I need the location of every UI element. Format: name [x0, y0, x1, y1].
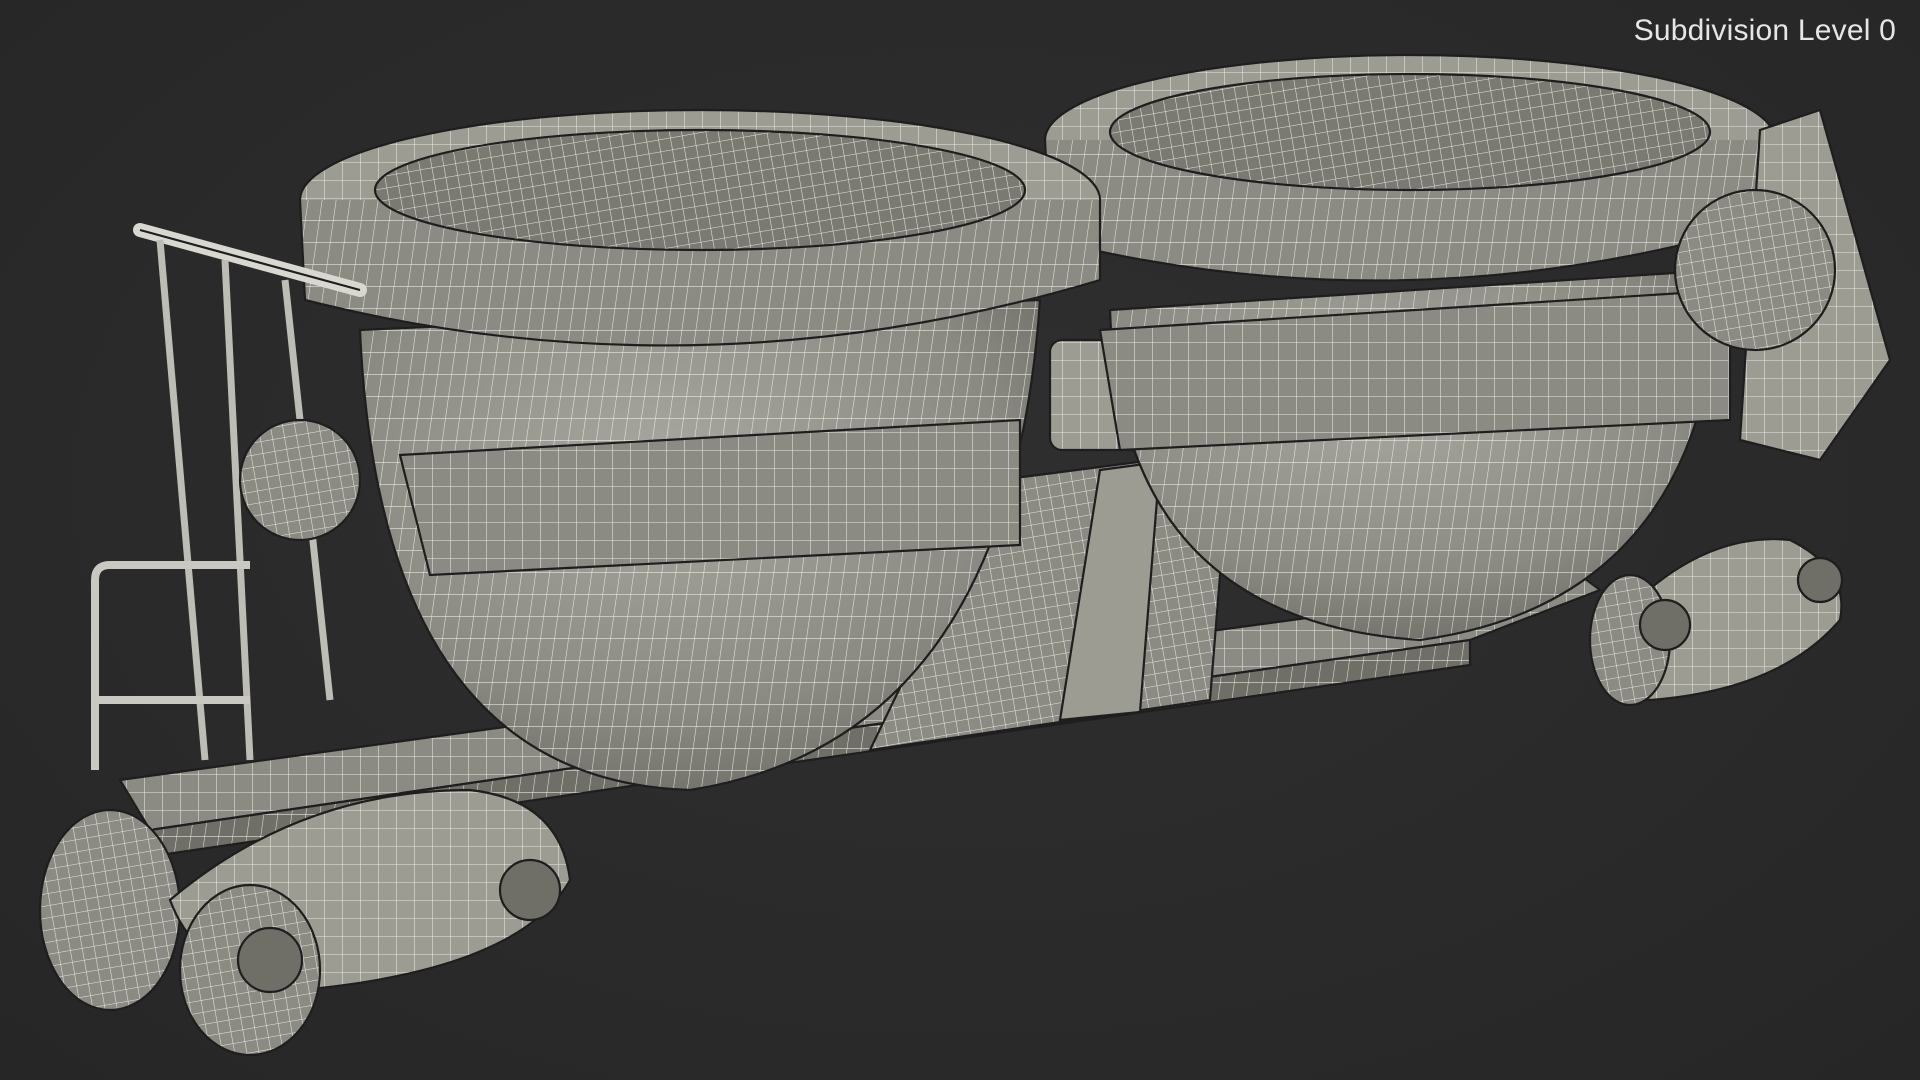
subdivision-level-label: Subdivision Level 0 — [1633, 14, 1896, 47]
wireframe-model-render — [38, 53, 1892, 1057]
front-bogie — [38, 788, 572, 1057]
rear-bogie — [1588, 538, 1844, 707]
3d-viewport[interactable]: Subdivision Level 0 — [0, 0, 1920, 1080]
handrail — [91, 223, 367, 770]
